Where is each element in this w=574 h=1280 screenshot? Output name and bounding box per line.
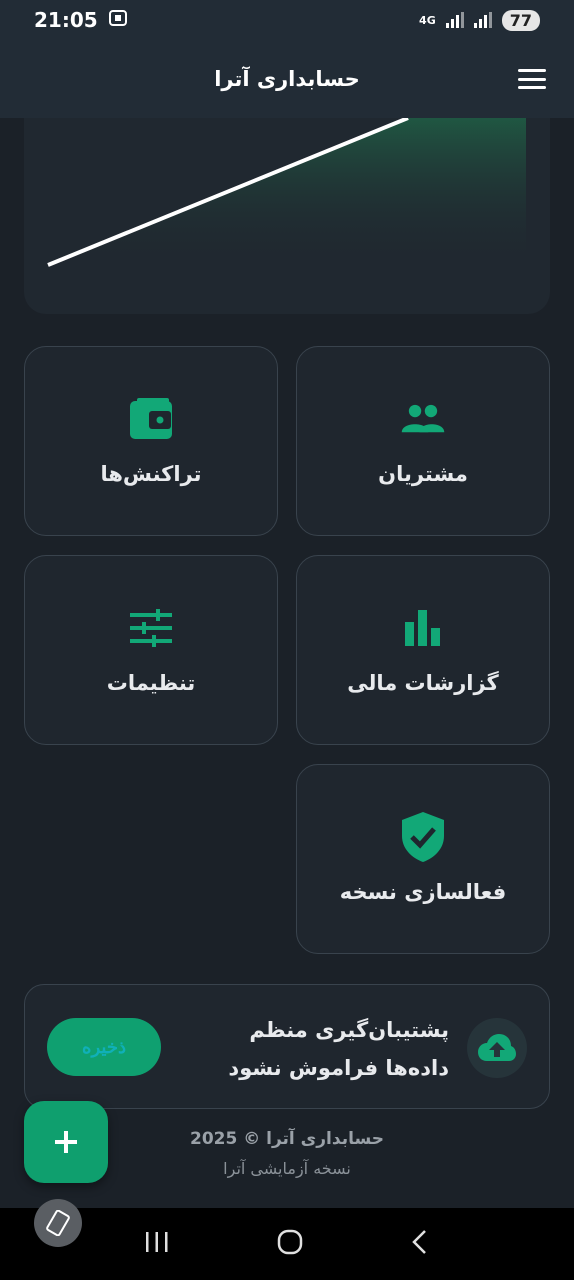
page-title: حسابداری آترا [214, 67, 360, 91]
shield-check-icon [400, 812, 446, 862]
tile-label: گزارشات مالی [347, 671, 499, 695]
trend-area [48, 118, 526, 268]
add-button[interactable] [24, 1101, 108, 1183]
menu-icon[interactable] [518, 69, 546, 89]
people-icon [400, 396, 446, 442]
footer-copyright: حسابداری آترا © 2025 [189, 1129, 385, 1149]
battery-level: 77 [501, 9, 540, 31]
backup-card: پشتیبان‌گیری منظم داده‌ها فراموش نشود ذخ… [24, 984, 550, 1109]
status-right: 4G 77 [419, 9, 540, 31]
network-type: 4G [419, 13, 436, 27]
status-left: 21:05 [34, 8, 128, 32]
tile-transactions[interactable]: تراکنش‌ها [24, 346, 278, 536]
footer-version: نسخه آزمایشی آترا [223, 1159, 351, 1178]
tile-label: تنظیمات [106, 671, 196, 695]
app-bar: حسابداری آترا [0, 40, 574, 118]
system-nav-bar [0, 1208, 574, 1280]
backup-icon-wrap [467, 1018, 527, 1078]
signal-icon [445, 12, 464, 28]
back-icon[interactable] [410, 1229, 430, 1259]
tile-financial-reports[interactable]: گزارشات مالی [296, 555, 550, 745]
tile-settings[interactable]: تنظیمات [24, 555, 278, 745]
backup-subtitle: داده‌ها فراموش نشود [228, 1056, 449, 1080]
cloud-upload-icon [478, 1034, 516, 1061]
tile-activation[interactable]: فعالسازی نسخه [296, 764, 550, 954]
signal-2-icon [473, 12, 492, 28]
tile-label: فعالسازی نسخه [339, 880, 507, 904]
status-bar: 21:05 4G 77 [0, 0, 574, 40]
bar-chart-icon [400, 605, 446, 651]
wallet-icon [128, 396, 174, 442]
plus-icon [55, 1131, 77, 1153]
save-button[interactable]: ذخیره [47, 1018, 161, 1076]
rotate-screen-button[interactable] [34, 1199, 82, 1247]
backup-text: پشتیبان‌گیری منظم داده‌ها فراموش نشود [189, 1011, 449, 1087]
chart-card [24, 118, 550, 314]
sliders-icon [128, 605, 174, 651]
tile-label: مشتریان [378, 462, 468, 486]
recent-apps-icon[interactable] [144, 1230, 170, 1258]
backup-title: پشتیبان‌گیری منظم [249, 1018, 449, 1042]
home-icon[interactable] [277, 1229, 303, 1259]
rotate-icon [46, 1210, 70, 1236]
tile-customers[interactable]: مشتریان [296, 346, 550, 536]
status-time: 21:05 [34, 8, 98, 32]
footer: حسابداری آترا © 2025 نسخه آزمایشی آترا [150, 1124, 424, 1184]
tile-label: تراکنش‌ها [100, 462, 202, 486]
screenshot-icon [108, 8, 128, 32]
trend-chart [47, 118, 526, 268]
